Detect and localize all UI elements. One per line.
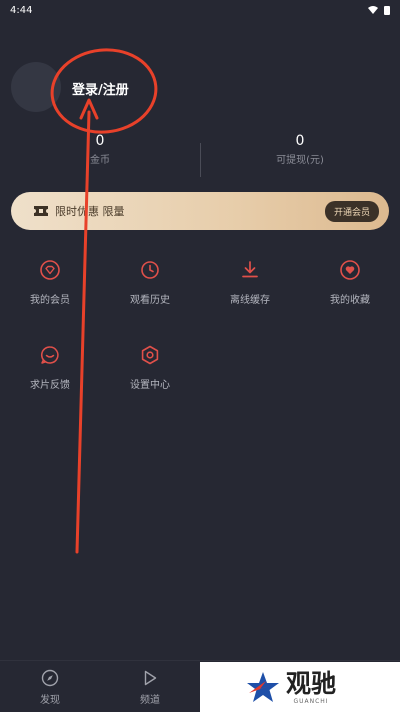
menu-label: 我的会员 (30, 295, 70, 306)
battery-icon (384, 5, 390, 15)
play-icon (144, 670, 157, 686)
nav-label: 发现 (40, 695, 60, 706)
withdrawable-value: 0 (295, 133, 305, 149)
menu-item-feedback[interactable]: 求片反馈 (0, 340, 100, 425)
status-time: 4:44 (10, 4, 33, 16)
ticket-icon (34, 206, 48, 216)
menu-label: 离线缓存 (230, 295, 270, 306)
status-bar: 4:44 (0, 0, 400, 20)
watermark: 观驰 GUANCHI (200, 662, 400, 712)
annotation-arrowhead (79, 98, 99, 120)
download-icon (242, 261, 258, 278)
feedback-icon (41, 346, 59, 364)
wifi-icon (368, 6, 378, 14)
menu-label: 设置中心 (130, 380, 170, 391)
heart-icon (340, 260, 360, 280)
menu-label: 观看历史 (130, 295, 170, 306)
menu-label: 我的收藏 (330, 295, 370, 306)
compass-icon (41, 669, 59, 687)
menu-item-history[interactable]: 观看历史 (100, 255, 200, 340)
menu-item-offline-cache[interactable]: 离线缓存 (200, 255, 300, 340)
watermark-name: 观驰 (286, 668, 337, 698)
coins-label: 金币 (90, 155, 110, 166)
stats-divider (200, 143, 201, 177)
menu-item-settings[interactable]: 设置中心 (100, 340, 200, 425)
vip-promo-banner[interactable]: 限时优惠 限量 开通会员 (11, 192, 389, 230)
withdrawable-label: 可提现(元) (276, 155, 324, 166)
watermark-text: 观驰 GUANCHI (286, 668, 337, 705)
status-icons (368, 5, 390, 15)
star-logo-icon (247, 672, 279, 702)
nav-label: 频道 (140, 695, 160, 706)
stat-coins[interactable]: 0 金币 (0, 130, 200, 180)
promo-text: 限时优惠 限量 (55, 205, 125, 218)
coins-value: 0 (95, 133, 105, 149)
clock-icon (141, 261, 159, 279)
stat-withdrawable[interactable]: 0 可提现(元) (200, 130, 400, 180)
menu-label: 求片反馈 (30, 380, 70, 391)
diamond-icon (40, 260, 60, 280)
avatar[interactable] (11, 62, 61, 112)
menu-item-favorites[interactable]: 我的收藏 (300, 255, 400, 340)
settings-icon (141, 345, 159, 365)
watermark-sub: GUANCHI (293, 697, 329, 705)
login-register-link[interactable]: 登录/注册 (72, 79, 129, 98)
feature-grid: 我的会员 观看历史 离线缓存 我的收藏 求片反馈 设置中心 (0, 255, 400, 425)
open-vip-button[interactable]: 开通会员 (324, 200, 379, 222)
menu-item-membership[interactable]: 我的会员 (0, 255, 100, 340)
nav-channels[interactable]: 频道 (100, 661, 200, 712)
stats-row: 0 金币 0 可提现(元) (0, 130, 400, 180)
nav-discover[interactable]: 发现 (0, 661, 100, 712)
